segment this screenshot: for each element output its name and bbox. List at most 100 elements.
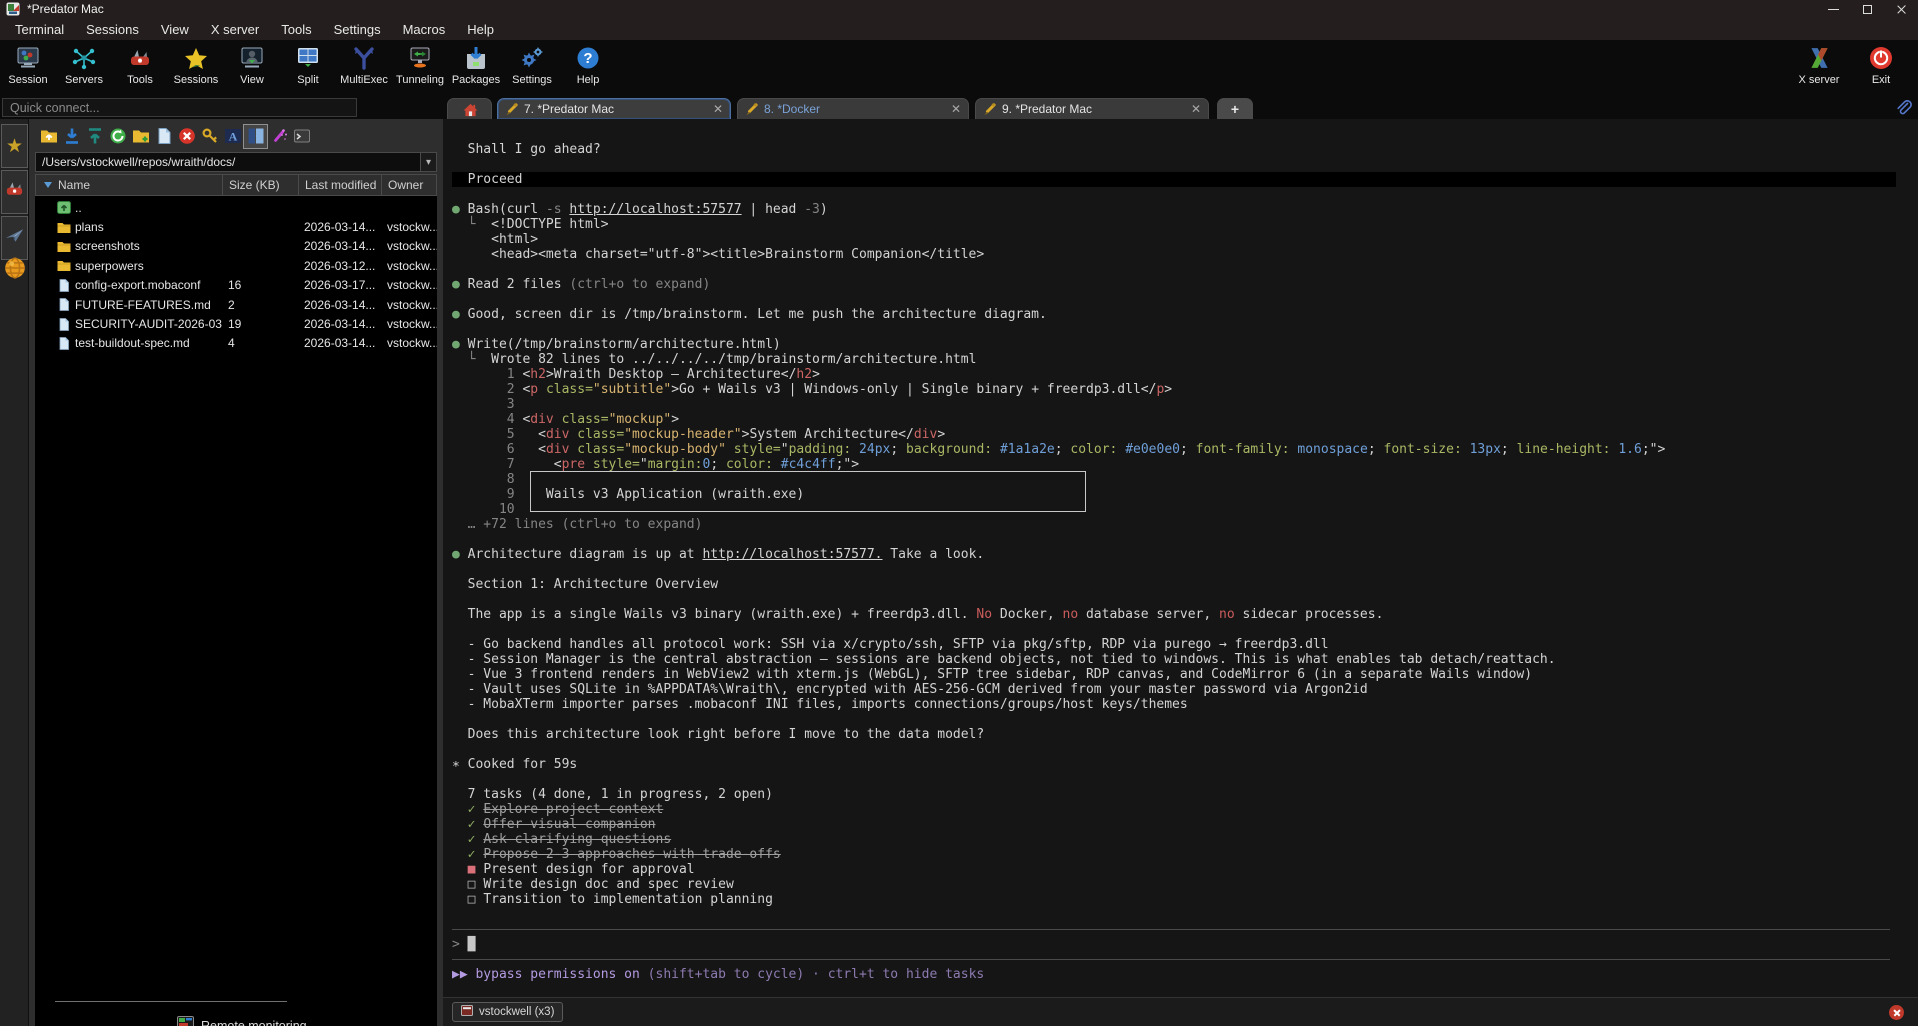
file-row[interactable]: SECURITY-AUDIT-2026-03-1...192026-03-14.… <box>35 314 437 333</box>
panels-icon[interactable] <box>244 125 267 148</box>
toolbar-button-exit[interactable]: Exit <box>1850 40 1912 96</box>
toolbar-button-multiexec[interactable]: MultiExec <box>336 40 392 96</box>
tab-session-7[interactable]: 7. *Predator Mac✕ <box>497 98 731 119</box>
file-name: test-buildout-spec.md <box>75 336 222 350</box>
tab-close-icon[interactable]: ✕ <box>1191 103 1201 115</box>
tab-close-icon[interactable]: ✕ <box>951 103 961 115</box>
refresh-icon[interactable] <box>106 125 129 148</box>
column-header-size[interactable]: Size (KB) <box>223 175 299 195</box>
title-bar: *Predator Mac <box>0 0 1918 18</box>
file-row[interactable]: FUTURE-FEATURES.md22026-03-14...vstockw.… <box>35 295 437 314</box>
sidebar-separator <box>55 1001 287 1002</box>
terminal-link[interactable]: ■ <box>452 862 483 877</box>
toolbar-button-tunneling[interactable]: Tunneling <box>392 40 448 96</box>
key-icon[interactable] <box>198 125 221 148</box>
terminal-output: Shall I go ahead? Proceed ● Bash(curl -s… <box>452 142 1918 982</box>
file-row[interactable]: test-buildout-spec.md42026-03-14...vstoc… <box>35 334 437 353</box>
status-close-button[interactable] <box>1889 1005 1904 1020</box>
file-row[interactable]: config-export.mobaconf162026-03-17...vst… <box>35 276 437 295</box>
toolbar-button-label: Packages <box>452 74 500 86</box>
quick-connect-input[interactable] <box>2 98 357 117</box>
toolbar-button-split[interactable]: Split <box>280 40 336 96</box>
file-mod: 2026-03-14... <box>298 317 381 331</box>
tab-home[interactable] <box>447 98 492 119</box>
minimize-button[interactable] <box>1816 0 1850 18</box>
toolbar-button-packages[interactable]: Packages <box>448 40 504 96</box>
status-session-tab[interactable]: vstockwell (x3) <box>452 1002 563 1022</box>
path-dropdown-button[interactable]: ▾ <box>420 152 437 172</box>
path-input[interactable] <box>35 152 420 172</box>
download-icon[interactable] <box>60 125 83 148</box>
file-owner: vstockw... <box>381 298 437 312</box>
file-row[interactable]: screenshots2026-03-14...vstockw... <box>35 237 437 256</box>
terminal-link[interactable]: █ <box>468 937 476 952</box>
file-mod: 2026-03-12... <box>298 259 381 273</box>
file-icon <box>57 298 71 311</box>
menu-macros[interactable]: Macros <box>392 20 457 39</box>
wand-icon[interactable] <box>267 125 290 148</box>
terminal-line <box>452 622 1918 637</box>
font-icon[interactable]: A <box>221 125 244 148</box>
file-row[interactable]: plans2026-03-14...vstockw... <box>35 217 437 236</box>
menu-x-server[interactable]: X server <box>200 20 270 39</box>
delete-icon[interactable] <box>175 125 198 148</box>
mobaxterm-window: *Predator Mac TerminalSessionsViewX serv… <box>0 0 1918 1026</box>
menu-terminal[interactable]: Terminal <box>4 20 75 39</box>
remote-monitoring-control[interactable]: Remote monitoring <box>177 1016 307 1026</box>
file-list-area: Name Size (KB) Last modified Owner ..pla… <box>35 174 437 1026</box>
close-button[interactable] <box>1884 0 1918 18</box>
sftp-globe-icon[interactable] <box>3 256 27 280</box>
toolbar-button-settings[interactable]: Settings <box>504 40 560 96</box>
new-folder-icon[interactable] <box>129 125 152 148</box>
toolbar-button-help[interactable]: ?Help <box>560 40 616 96</box>
folder-up-icon[interactable] <box>37 125 60 148</box>
menu-tools[interactable]: Tools <box>270 20 322 39</box>
file-table-header: Name Size (KB) Last modified Owner <box>35 174 437 196</box>
terminal-link[interactable]: http://localhost:57577 <box>569 202 741 217</box>
sidebar-tab-macros[interactable] <box>1 216 28 260</box>
sidebar-vertical-strip: ★ <box>0 119 29 1026</box>
chevron-down-icon: ▾ <box>426 157 431 168</box>
column-header-name[interactable]: Name <box>36 175 223 195</box>
upload-icon[interactable] <box>83 125 106 148</box>
toolbar-button-x server[interactable]: X server <box>1788 40 1850 96</box>
file-row[interactable]: superpowers2026-03-12...vstockw... <box>35 256 437 275</box>
maximize-button[interactable] <box>1850 0 1884 18</box>
terminal-icon[interactable] <box>290 125 313 148</box>
toolbar-button-tools[interactable]: Tools <box>112 40 168 96</box>
terminal-link[interactable]: http://localhost:57577. <box>702 547 882 562</box>
toolbar-button-label: Session <box>8 74 47 86</box>
xserver-icon <box>1806 44 1833 71</box>
toolbar-button-servers[interactable]: Servers <box>56 40 112 96</box>
menu-view[interactable]: View <box>150 20 200 39</box>
column-header-owner[interactable]: Owner <box>382 175 436 195</box>
menu-sessions[interactable]: Sessions <box>75 20 150 39</box>
column-header-modified[interactable]: Last modified <box>299 175 382 195</box>
file-mod: 2026-03-14... <box>298 239 381 253</box>
toolbar-button-view[interactable]: View <box>224 40 280 96</box>
tab-session-9[interactable]: 9. *Predator Mac✕ <box>975 98 1209 119</box>
input-box-border <box>452 952 1918 967</box>
settings-icon <box>519 44 546 71</box>
app-icon <box>6 2 20 16</box>
parent-folder-icon <box>57 201 71 214</box>
toolbar-button-label: Tools <box>127 74 153 86</box>
toolbar-button-sessions[interactable]: Sessions <box>168 40 224 96</box>
menu-help[interactable]: Help <box>456 20 505 39</box>
file-size: 16 <box>222 278 298 292</box>
terminal-line: ✓ Explore project context <box>452 802 1918 817</box>
sidebar-tab-sessions[interactable]: ★ <box>1 124 28 168</box>
tab-close-icon[interactable]: ✕ <box>713 103 723 115</box>
sidebar-tab-tools[interactable] <box>1 170 28 214</box>
new-file-icon[interactable] <box>152 125 175 148</box>
tab-session-8[interactable]: 8. *Docker✕ <box>737 98 969 119</box>
toolbar-button-session[interactable]: Session <box>0 40 56 96</box>
menu-settings[interactable]: Settings <box>323 20 392 39</box>
paperclip-icon[interactable] <box>1894 99 1912 117</box>
file-mod: 2026-03-14... <box>298 298 381 312</box>
terminal-pane[interactable]: Shall I go ahead? Proceed ● Bash(curl -s… <box>443 119 1918 997</box>
file-row[interactable]: .. <box>35 198 437 217</box>
terminal-line <box>452 187 1918 202</box>
terminal-line <box>452 712 1918 727</box>
new-tab-button[interactable]: + <box>1217 98 1253 119</box>
